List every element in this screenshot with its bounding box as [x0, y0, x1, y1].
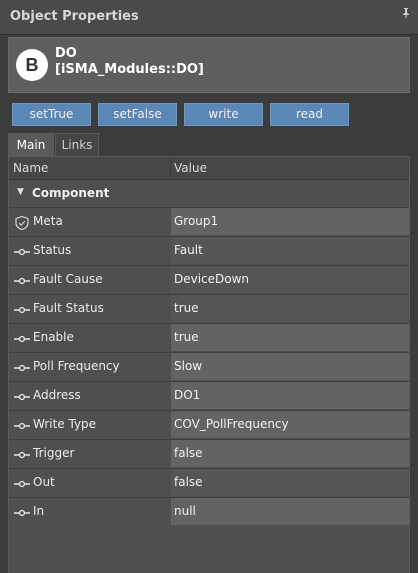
slot-icon: [13, 331, 31, 345]
object-name: DO: [55, 46, 77, 61]
property-name-cell: Trigger: [9, 440, 170, 467]
property-value-cell: Fault: [171, 237, 409, 264]
property-name: Meta: [33, 214, 63, 228]
grid-header: Name Value: [9, 157, 409, 180]
property-name-cell: Enable: [9, 324, 170, 351]
object-type-badge: B: [16, 49, 48, 81]
column-header-name: Name: [13, 161, 49, 175]
property-name: Out: [33, 475, 55, 489]
property-value-cell: DeviceDown: [171, 266, 409, 293]
property-name-cell: Fault Cause: [9, 266, 170, 293]
property-name: Poll Frequency: [33, 359, 120, 373]
property-value: null: [174, 504, 196, 518]
read-button[interactable]: read: [270, 103, 349, 126]
slot-icon: [13, 360, 31, 374]
property-row[interactable]: Fault Cause DeviceDown: [9, 265, 409, 293]
shield-icon: [13, 215, 31, 231]
property-row[interactable]: Write Type COV_PollFrequency: [9, 410, 409, 438]
set-false-button[interactable]: setFalse: [98, 103, 177, 126]
property-row[interactable]: Enable true: [9, 323, 409, 351]
column-divider[interactable]: [170, 157, 171, 179]
slot-icon: [13, 447, 31, 461]
property-value-cell[interactable]: Group1: [171, 208, 409, 235]
property-name: Status: [33, 243, 72, 257]
property-name: Write Type: [33, 417, 97, 431]
column-header-value: Value: [174, 161, 207, 175]
property-value-cell: true: [171, 295, 409, 322]
property-name-cell: Poll Frequency: [9, 353, 170, 380]
property-value: DeviceDown: [174, 272, 250, 286]
property-value: false: [174, 475, 203, 489]
property-row[interactable]: Meta Group1: [9, 207, 409, 235]
property-name: Enable: [33, 330, 74, 344]
object-type: [iSMA_Modules::DO]: [55, 62, 204, 77]
property-name-cell: Meta: [9, 208, 170, 235]
pin-icon[interactable]: [402, 8, 410, 21]
property-value-cell[interactable]: false: [171, 440, 409, 467]
property-grid: Name Value ▼ Component Meta Group1 Status F…: [8, 156, 410, 573]
property-value: Group1: [174, 214, 219, 228]
write-button[interactable]: write: [184, 103, 263, 126]
property-row[interactable]: Address DO1: [9, 381, 409, 409]
property-name: In: [33, 504, 45, 518]
property-value-cell[interactable]: COV_PollFrequency: [171, 411, 409, 438]
slot-icon: [13, 244, 31, 258]
property-row[interactable]: In null: [9, 497, 409, 525]
slot-icon: [13, 418, 31, 432]
object-header: B DO [iSMA_Modules::DO]: [8, 37, 410, 93]
property-value: true: [174, 301, 199, 315]
property-name-cell: Write Type: [9, 411, 170, 438]
property-name-cell: In: [9, 498, 170, 525]
property-name-cell: Fault Status: [9, 295, 170, 322]
panel-title: Object Properties: [10, 9, 139, 24]
property-name: Trigger: [33, 446, 75, 460]
property-value-cell[interactable]: Slow: [171, 353, 409, 380]
group-label: Component: [32, 186, 110, 200]
tab-bar: Main Links: [8, 133, 410, 157]
property-value: Fault: [174, 243, 203, 257]
property-name: Fault Cause: [33, 272, 103, 286]
property-row[interactable]: Poll Frequency Slow: [9, 352, 409, 380]
slot-icon: [13, 302, 31, 316]
property-value: COV_PollFrequency: [174, 417, 289, 431]
slot-icon: [13, 476, 31, 490]
property-name-cell: Out: [9, 469, 170, 496]
property-value: DO1: [174, 388, 201, 402]
set-true-button[interactable]: setTrue: [12, 103, 91, 126]
property-name: Address: [33, 388, 81, 402]
tab-main[interactable]: Main: [8, 133, 54, 157]
tab-links[interactable]: Links: [55, 133, 99, 157]
property-name: Fault Status: [33, 301, 104, 315]
property-value-cell[interactable]: DO1: [171, 382, 409, 409]
slot-icon: [13, 505, 31, 519]
slot-icon: [13, 273, 31, 287]
caret-down-icon[interactable]: ▼: [17, 187, 24, 197]
property-value-cell: false: [171, 469, 409, 496]
panel-titlebar: Object Properties: [0, 0, 418, 35]
slot-icon: [13, 389, 31, 403]
property-value-cell[interactable]: null: [171, 498, 409, 525]
property-value: Slow: [174, 359, 203, 373]
property-value-cell[interactable]: true: [171, 324, 409, 351]
property-value: false: [174, 446, 203, 460]
property-row[interactable]: Status Fault: [9, 236, 409, 264]
property-row[interactable]: Fault Status true: [9, 294, 409, 322]
property-row[interactable]: Trigger false: [9, 439, 409, 467]
property-name-cell: Status: [9, 237, 170, 264]
property-value: true: [174, 330, 199, 344]
group-component[interactable]: ▼ Component: [9, 180, 409, 207]
property-row[interactable]: Out false: [9, 468, 409, 496]
property-name-cell: Address: [9, 382, 170, 409]
